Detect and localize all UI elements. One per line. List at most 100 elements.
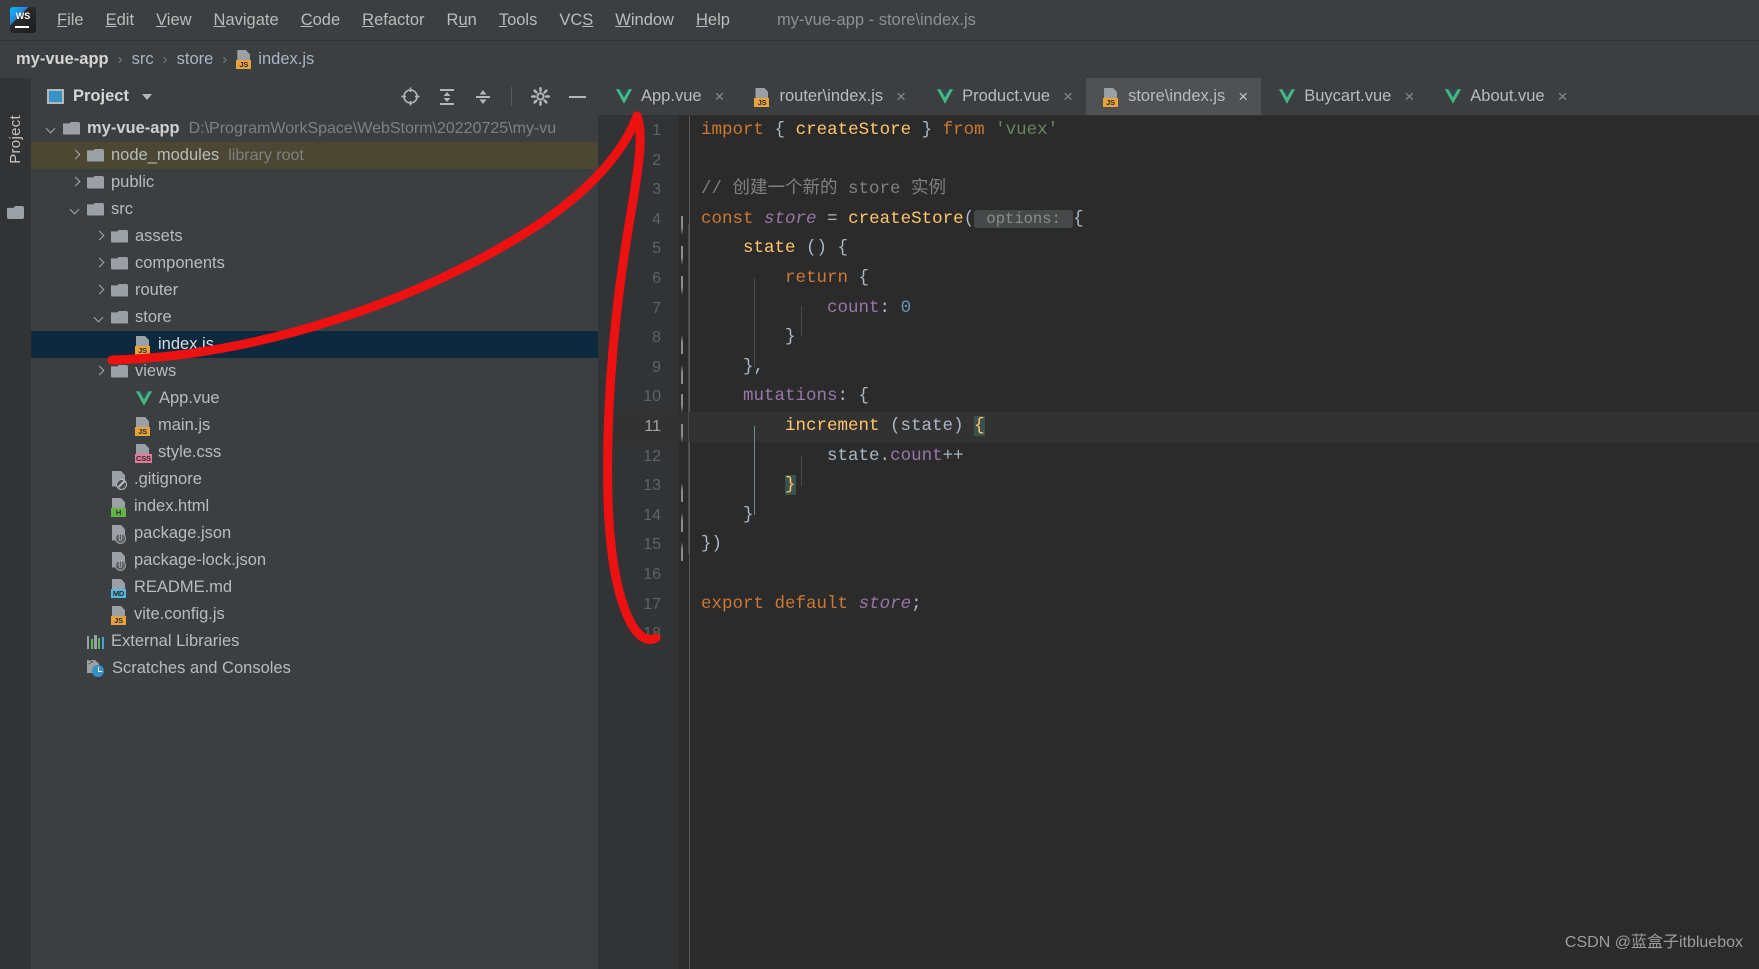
tree-row[interactable]: App.vue — [31, 385, 598, 412]
tree-row[interactable]: External Libraries — [31, 628, 598, 655]
tree-row[interactable]: views — [31, 358, 598, 385]
chevron-down-icon[interactable] — [69, 203, 83, 217]
close-icon[interactable]: × — [1238, 87, 1248, 107]
settings-gear-icon[interactable] — [530, 86, 551, 107]
fold-toggle-line-10[interactable] — [681, 394, 698, 413]
tree-row[interactable]: Scratches and Consoles — [31, 655, 598, 682]
code-line[interactable]: 11 increment (state) { — [598, 411, 1759, 442]
code-line[interactable]: 16 — [598, 560, 1759, 590]
menu-item-view[interactable]: View — [145, 8, 202, 33]
locate-target-icon[interactable] — [400, 86, 421, 107]
tree-row[interactable]: .gitignore — [31, 466, 598, 493]
line-number: 8 — [652, 329, 661, 347]
code-content[interactable]: 1 import { createStore } from 'vuex' 2 3 // … — [598, 116, 1759, 969]
tree-row[interactable]: CSS style.css — [31, 439, 598, 466]
fold-toggle-line-14[interactable] — [681, 513, 698, 532]
code-line[interactable]: 15}) — [598, 530, 1759, 560]
tree-row[interactable]: src — [31, 196, 598, 223]
fold-toggle-line-13[interactable] — [681, 483, 698, 502]
code-line[interactable]: 3 // 创建一个新的 store 实例 — [598, 175, 1759, 205]
tree-row[interactable]: Hindex.html — [31, 493, 598, 520]
code-line[interactable]: 8 } — [598, 323, 1759, 353]
hide-minimize-icon[interactable] — [567, 86, 588, 107]
collapse-all-icon[interactable] — [473, 87, 493, 107]
editor-tab[interactable]: About.vue × — [1427, 78, 1580, 115]
menu-item-edit[interactable]: Edit — [95, 8, 145, 33]
tree-row[interactable]: components — [31, 250, 598, 277]
code-line[interactable]: 4 const store = createStore( options: { — [598, 205, 1759, 235]
fold-toggle-line-8[interactable] — [681, 335, 698, 354]
close-icon[interactable]: × — [1404, 87, 1414, 107]
code-line[interactable]: 7 count: 0 — [598, 294, 1759, 324]
project-file-tree[interactable]: my-vue-app D:\ProgramWorkSpace\WebStorm\2… — [31, 115, 598, 682]
code-line[interactable]: 2 — [598, 146, 1759, 176]
code-line[interactable]: 1 import { createStore } from 'vuex' — [598, 116, 1759, 146]
chevron-right-icon[interactable] — [93, 230, 107, 244]
code-line[interactable]: 18 — [598, 619, 1759, 649]
menu-item-refactor[interactable]: Refactor — [351, 8, 435, 33]
webstorm-window: FileEditViewNavigateCodeRefactorRunTools… — [0, 0, 1759, 969]
fold-toggle-line-6[interactable] — [681, 276, 698, 295]
menu-item-code[interactable]: Code — [290, 8, 351, 33]
code-line[interactable]: 12 state.count++ — [598, 442, 1759, 472]
fold-toggle-line-11[interactable] — [681, 424, 698, 443]
code-line[interactable]: 5 state () { — [598, 234, 1759, 264]
breadcrumb-item-src[interactable]: src — [132, 50, 154, 69]
chevron-down-icon[interactable] — [93, 311, 107, 325]
tree-row[interactable]: MD README.md — [31, 574, 598, 601]
tree-row[interactable]: store — [31, 304, 598, 331]
chevron-down-icon[interactable] — [141, 93, 152, 100]
close-icon[interactable]: × — [715, 87, 725, 107]
chevron-right-icon[interactable] — [93, 365, 107, 379]
fold-toggle-line-9[interactable] — [681, 365, 698, 384]
close-icon[interactable]: × — [896, 87, 906, 107]
menu-item-navigate[interactable]: Navigate — [203, 8, 290, 33]
code-line[interactable]: 10 mutations: { — [598, 382, 1759, 412]
code-line[interactable]: 9 }, — [598, 353, 1759, 383]
chevron-down-icon[interactable] — [45, 122, 59, 136]
tree-row-label: vite.config.js — [134, 605, 225, 623]
code-editor[interactable]: 1 import { createStore } from 'vuex' 2 3 // … — [598, 116, 1759, 969]
close-icon[interactable]: × — [1558, 87, 1568, 107]
fold-toggle-line-4[interactable] — [681, 216, 698, 235]
tree-row[interactable]: {} package-lock.json — [31, 547, 598, 574]
code-line[interactable]: 17 export default store; — [598, 590, 1759, 620]
code-line[interactable]: 13 } — [598, 471, 1759, 501]
tool-button-project[interactable]: Project — [0, 84, 31, 194]
code-line[interactable]: 14 } — [598, 501, 1759, 531]
chevron-right-icon[interactable] — [69, 149, 83, 163]
js-file-icon: JS — [236, 50, 252, 69]
tree-row[interactable]: node_modules library root — [31, 142, 598, 169]
close-icon[interactable]: × — [1063, 87, 1073, 107]
chevron-right-icon[interactable] — [69, 176, 83, 190]
tree-row[interactable]: router — [31, 277, 598, 304]
tree-row[interactable]: JS index.js — [31, 331, 598, 358]
tree-row[interactable]: my-vue-app D:\ProgramWorkSpace\WebStorm\2… — [31, 115, 598, 142]
menu-item-window[interactable]: Window — [604, 8, 685, 33]
menu-item-vcs[interactable]: VCS — [548, 8, 604, 33]
breadcrumb-item-store[interactable]: store — [177, 50, 214, 69]
fold-toggle-line-5[interactable] — [681, 246, 698, 265]
tree-row[interactable]: JS main.js — [31, 412, 598, 439]
chevron-right-icon[interactable] — [93, 257, 107, 271]
tree-row[interactable]: assets — [31, 223, 598, 250]
chevron-right-icon[interactable] — [93, 284, 107, 298]
js-file-icon: JS — [135, 416, 151, 436]
tree-row[interactable]: public — [31, 169, 598, 196]
editor-tab[interactable]: App.vue × — [598, 78, 737, 115]
code-line[interactable]: 6 return { — [598, 264, 1759, 294]
menu-item-tools[interactable]: Tools — [488, 8, 549, 33]
editor-tab[interactable]: Buycart.vue × — [1261, 78, 1427, 115]
editor-tab[interactable]: JS store\index.js × — [1086, 78, 1262, 115]
tree-row[interactable]: {} package.json — [31, 520, 598, 547]
expand-all-icon[interactable] — [437, 87, 457, 107]
menu-item-run[interactable]: Run — [436, 8, 488, 33]
editor-tab[interactable]: Product.vue × — [919, 78, 1086, 115]
tree-row[interactable]: JS vite.config.js — [31, 601, 598, 628]
editor-tab[interactable]: JS router\index.js × — [737, 78, 919, 115]
breadcrumb-item-file[interactable]: JS index.js — [236, 50, 314, 69]
menu-item-help[interactable]: Help — [685, 8, 741, 33]
breadcrumb-item-project[interactable]: my-vue-app — [16, 50, 109, 69]
menu-item-file[interactable]: File — [46, 8, 95, 33]
fold-toggle-line-15[interactable] — [681, 542, 698, 561]
